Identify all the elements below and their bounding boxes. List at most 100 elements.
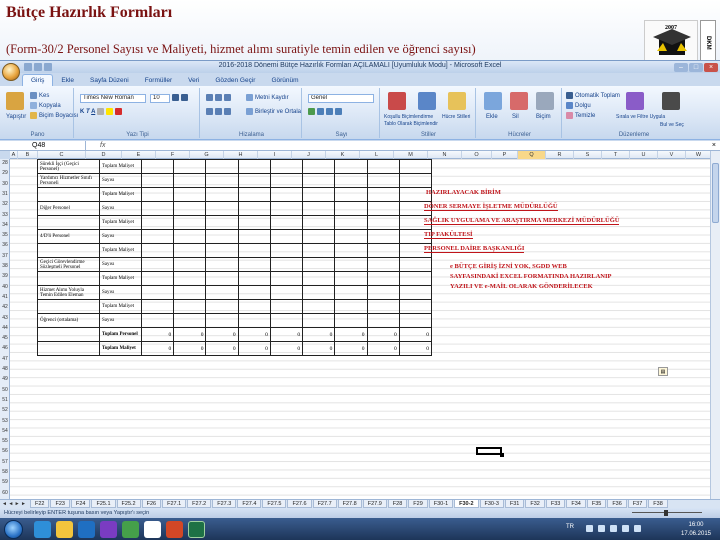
row-header[interactable]: 54: [0, 428, 10, 438]
column-header[interactable]: I: [258, 151, 292, 159]
sheet-tab[interactable]: F34: [566, 500, 586, 508]
name-box[interactable]: Q48: [30, 141, 86, 151]
total-value-cell[interactable]: 0: [205, 327, 239, 342]
align-left-icons[interactable]: [206, 108, 233, 115]
value-cell[interactable]: [366, 285, 400, 300]
value-cell[interactable]: [269, 229, 304, 244]
sheet-tab[interactable]: F36: [607, 500, 627, 508]
total-value-cell[interactable]: 0: [302, 327, 336, 342]
value-cell[interactable]: [140, 159, 175, 174]
value-cell[interactable]: [205, 285, 239, 300]
value-cell[interactable]: [237, 285, 271, 300]
tab-home[interactable]: Giriş: [22, 74, 54, 86]
total-value-cell[interactable]: 0: [173, 341, 207, 356]
font-size-select[interactable]: 10: [150, 94, 170, 103]
value-cell[interactable]: [302, 173, 336, 188]
value-cell[interactable]: [334, 201, 368, 216]
row-type-cell[interactable]: Sayısı: [99, 313, 142, 328]
value-cell[interactable]: [173, 313, 207, 328]
close-button[interactable]: ×: [704, 63, 718, 72]
row-header[interactable]: 30: [0, 181, 10, 191]
value-cell[interactable]: [334, 313, 368, 328]
delete-cells-button[interactable]: Sil: [512, 114, 519, 120]
tray-icon-2[interactable]: [598, 525, 605, 532]
sheet-nav-arrows[interactable]: ◄ ◄ ► ►: [0, 500, 30, 508]
sheet-tab[interactable]: F24: [70, 500, 91, 508]
column-header[interactable]: H: [224, 151, 258, 159]
value-cell[interactable]: [205, 159, 239, 174]
row-header[interactable]: 36: [0, 242, 10, 252]
value-cell[interactable]: [140, 243, 175, 258]
format-table-icon[interactable]: [418, 92, 436, 110]
value-cell[interactable]: [237, 243, 271, 258]
value-cell[interactable]: [269, 257, 304, 272]
row-header[interactable]: 31: [0, 191, 10, 201]
row-type-cell[interactable]: Toplam Maliyet: [99, 159, 142, 174]
value-cell[interactable]: [398, 285, 433, 300]
value-cell[interactable]: [366, 173, 400, 188]
value-cell[interactable]: [140, 187, 175, 202]
row-header[interactable]: 34: [0, 222, 10, 232]
total-value-cell[interactable]: 0: [366, 327, 400, 342]
value-cell[interactable]: [366, 243, 400, 258]
total-value-cell[interactable]: 0: [398, 341, 433, 356]
value-cell[interactable]: [398, 173, 433, 188]
fill-color-icon[interactable]: [105, 108, 113, 115]
value-cell[interactable]: [205, 313, 239, 328]
total-value-cell[interactable]: 0: [173, 327, 207, 342]
language-indicator[interactable]: TR: [566, 524, 574, 530]
value-cell[interactable]: [237, 271, 271, 286]
number-format-select[interactable]: Genel: [308, 94, 374, 103]
row-header[interactable]: 41: [0, 294, 10, 304]
paint-icon[interactable]: [144, 521, 161, 538]
column-header[interactable]: M: [394, 151, 428, 159]
value-cell[interactable]: [140, 285, 175, 300]
zoom-slider[interactable]: [622, 510, 712, 516]
value-cell[interactable]: [366, 299, 400, 314]
value-cell[interactable]: [205, 257, 239, 272]
value-cell[interactable]: [173, 229, 207, 244]
row-label-cell[interactable]: [37, 271, 100, 286]
row-header[interactable]: 59: [0, 479, 10, 489]
sheet-tab[interactable]: F23: [50, 500, 70, 508]
row-header[interactable]: 42: [0, 304, 10, 314]
paste-button[interactable]: Yapıştır: [6, 114, 26, 120]
row-label-cell[interactable]: Diğer Personel: [37, 201, 100, 216]
find-select-button[interactable]: Bul ve Seç: [660, 122, 684, 128]
row-label-cell[interactable]: Yardımcı Hizmetler Sınıfı Personeli: [37, 173, 100, 188]
sheet-tab[interactable]: F27.3: [212, 500, 237, 508]
cell-styles-icon[interactable]: [448, 92, 466, 110]
insert-cells-icon[interactable]: [484, 92, 502, 110]
value-cell[interactable]: [334, 187, 368, 202]
worksheet-grid[interactable]: Sürekli İşçi (Geçici Personel) Toplam Mal…: [10, 159, 710, 499]
sheet-tab[interactable]: F30-1: [428, 500, 454, 508]
row-label-cell[interactable]: [37, 243, 100, 258]
total-value-cell[interactable]: 0: [334, 341, 368, 356]
redo-icon[interactable]: [44, 63, 52, 71]
value-cell[interactable]: [205, 215, 239, 230]
scrollbar-thumb[interactable]: [712, 163, 719, 223]
value-cell[interactable]: [269, 201, 304, 216]
value-cell[interactable]: [334, 159, 368, 174]
value-cell[interactable]: [302, 159, 336, 174]
value-cell[interactable]: [173, 271, 207, 286]
zoom-knob[interactable]: [664, 510, 668, 516]
value-cell[interactable]: [205, 243, 239, 258]
value-cell[interactable]: [173, 299, 207, 314]
value-cell[interactable]: [205, 187, 239, 202]
row-header[interactable]: 53: [0, 418, 10, 428]
align-top-icons[interactable]: [206, 94, 233, 101]
value-cell[interactable]: [173, 215, 207, 230]
value-cell[interactable]: [302, 229, 336, 244]
row-header[interactable]: 49: [0, 376, 10, 386]
row-label-cell[interactable]: 4/D'li Personel: [37, 229, 100, 244]
column-header[interactable]: K: [326, 151, 360, 159]
sheet-tab[interactable]: F38: [648, 500, 668, 508]
sheet-tab[interactable]: F27.7: [312, 500, 337, 508]
row-type-cell[interactable]: Sayısı: [99, 201, 142, 216]
total-value-cell[interactable]: 0: [269, 341, 304, 356]
row-type-cell[interactable]: Toplam Maliyet: [99, 271, 142, 286]
value-cell[interactable]: [173, 201, 207, 216]
row-type-cell[interactable]: Sayısı: [99, 257, 142, 272]
value-cell[interactable]: [366, 159, 400, 174]
